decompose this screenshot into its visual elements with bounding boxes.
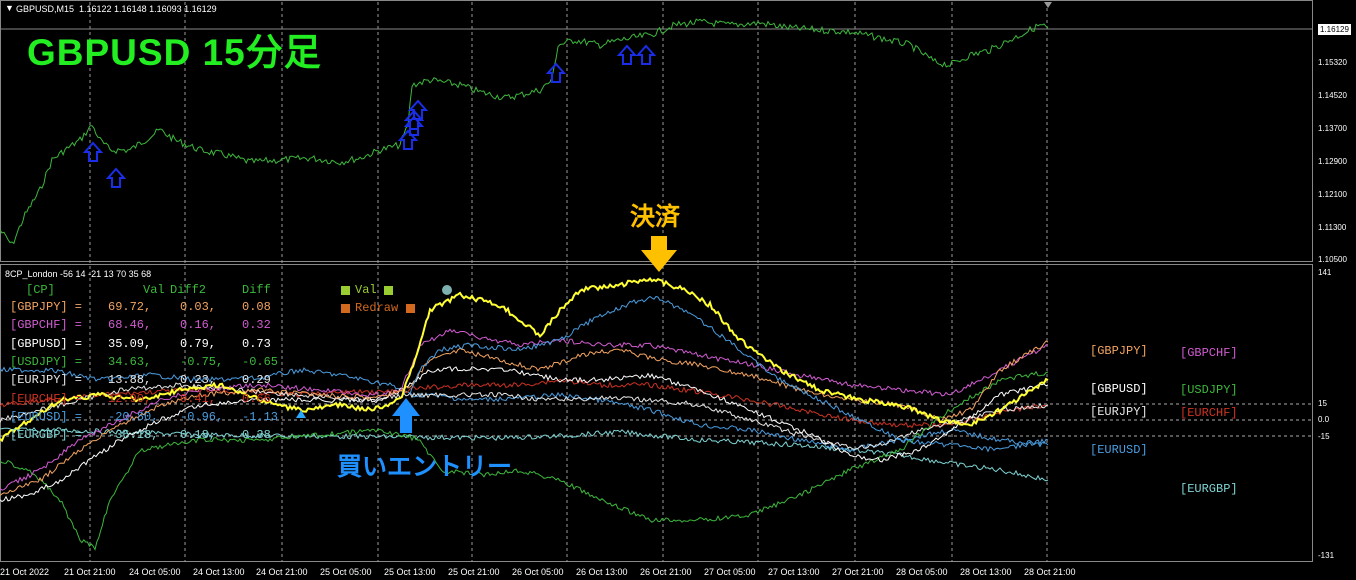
time-tick: 25 Oct 13:00 <box>384 567 436 577</box>
current-price-label: 1.16129 <box>1318 24 1351 35</box>
table-cell-diff: 0.08 <box>242 300 271 314</box>
table-cell-pair: [GBPCHF] = <box>10 318 83 333</box>
time-tick: 27 Oct 21:00 <box>832 567 884 577</box>
table-header-diff2: Diff2 <box>170 283 207 297</box>
pair-tag-eurgbp: [EURGBP] <box>1180 482 1238 496</box>
time-tick: 21 Oct 2022 <box>0 567 50 577</box>
table-cell-pair: [GBPUSD] = <box>10 336 83 351</box>
time-tick: 28 Oct 05:00 <box>896 567 948 577</box>
table-cell-diff2: -0.96, <box>180 409 224 424</box>
table-cell-diff: 0.32 <box>242 318 271 333</box>
table-cell-diff: -1.13 <box>242 409 279 424</box>
symbol-info: GBPUSD,M15 1.16122 1.16148 1.16093 1.161… <box>16 4 217 14</box>
table-cell-pair: [EURGBP] = <box>10 428 83 443</box>
table-cell-val: 34.63, <box>108 354 152 369</box>
time-tick: 26 Oct 21:00 <box>640 567 692 577</box>
price-tick: 1.15320 <box>1318 58 1347 67</box>
pair-tag-gbpjpy: [GBPJPY] <box>1090 344 1148 358</box>
buy-arrow-icon <box>616 44 638 65</box>
chart-annotation-title: GBPUSD 15分足 <box>27 32 322 73</box>
table-cell-diff: -0.65 <box>242 354 279 369</box>
table-cell-val: -36.18, <box>108 428 159 443</box>
time-tick: 24 Oct 13:00 <box>193 567 245 577</box>
price-tick: 1.14520 <box>1318 91 1347 100</box>
table-cell-diff: 0.66 <box>242 391 271 406</box>
chart-menu-icon[interactable]: ▼ <box>5 3 14 13</box>
table-header-val: Val <box>143 283 165 297</box>
exit-label: 決済 <box>630 203 681 231</box>
table-cell-diff: 0.73 <box>242 336 271 351</box>
buy-arrow-icon <box>635 44 657 65</box>
signal-dot-icon <box>442 285 452 295</box>
shift-marker-icon <box>1044 2 1052 8</box>
time-tick: 26 Oct 05:00 <box>512 567 564 577</box>
table-cell-val: -20.80, <box>108 409 159 424</box>
table-cell-diff2: -0.75, <box>180 354 224 369</box>
table-header-diff: Diff <box>242 283 271 297</box>
price-tick: 1.13700 <box>1318 124 1347 133</box>
buy-arrow-icon <box>545 62 567 83</box>
pair-tag-gbpusd: [GBPUSD] <box>1090 382 1148 396</box>
table-cell-diff2: 0.41, <box>180 391 217 406</box>
val-swatch-end <box>384 286 393 295</box>
table-cell-diff2: 0.23, <box>180 373 217 388</box>
buy-arrow-icon <box>82 141 104 162</box>
redraw-swatch-end <box>406 304 415 313</box>
pair-tag-eurusd: [EURUSD] <box>1090 443 1148 457</box>
table-cell-diff2: 0.18, <box>180 428 217 443</box>
table-cell-val: 35.09, <box>108 336 152 351</box>
time-tick: 27 Oct 05:00 <box>704 567 756 577</box>
entry-label: 買いエントリー <box>337 453 513 481</box>
table-cell-pair: [GBPJPY] = <box>10 300 83 314</box>
time-tick: 28 Oct 13:00 <box>960 567 1012 577</box>
table-cell-diff2: 0.03, <box>180 300 217 314</box>
table-cell-diff2: 0.16, <box>180 318 217 333</box>
time-tick: 24 Oct 05:00 <box>129 567 181 577</box>
val-swatch <box>341 286 350 295</box>
time-tick: 21 Oct 21:00 <box>64 567 116 577</box>
price-tick: 1.11300 <box>1318 223 1347 232</box>
table-cell-pair: [EURUSD] = <box>10 409 83 424</box>
table-cell-diff: 0.29 <box>242 373 271 388</box>
legend-val-label: Val <box>355 283 377 297</box>
price-tick: 1.12900 <box>1318 157 1347 166</box>
price-tick: 1.10500 <box>1318 255 1347 264</box>
pair-tag-eurjpy: [EURJPY] <box>1090 405 1148 419</box>
time-tick: 26 Oct 13:00 <box>576 567 628 577</box>
buy-arrow-icon <box>397 129 419 150</box>
indicator-tick: 15 <box>1318 399 1327 408</box>
pair-tag-usdjpy: [USDJPY] <box>1180 383 1238 397</box>
redraw-swatch <box>341 304 350 313</box>
table-cell-val: 13.88, <box>108 373 152 388</box>
table-cell-pair: [EURCHF] = <box>10 391 83 406</box>
table-cell-diff: 0.38 <box>242 428 271 443</box>
indicator-tick: -131 <box>1318 551 1335 560</box>
table-cell-val: 12.90, <box>108 391 152 406</box>
pair-tag-eurchf: [EURCHF] <box>1180 406 1238 420</box>
table-cell-pair: [USDJPY] = <box>10 354 83 369</box>
indicator-info: 8CP_London -56 14 -21 13 70 35 68 <box>5 269 152 279</box>
table-cell-val: 68.46, <box>108 318 152 333</box>
exit-arrow-icon <box>641 236 677 272</box>
indicator-tick: 141 <box>1318 268 1332 277</box>
time-tick: 25 Oct 05:00 <box>320 567 372 577</box>
time-tick: 27 Oct 13:00 <box>768 567 820 577</box>
indicator-tick: -15 <box>1318 432 1330 441</box>
entry-arrow-icon <box>392 398 420 433</box>
table-cell-pair: [EURJPY] = <box>10 373 83 388</box>
legend-redraw-label: Redraw <box>355 301 399 315</box>
table-header-cp: [CP] <box>26 283 55 297</box>
pair-tag-gbpchf: [GBPCHF] <box>1180 346 1238 360</box>
time-tick: 28 Oct 21:00 <box>1024 567 1076 577</box>
buy-arrow-icon <box>105 167 127 188</box>
price-tick: 1.12100 <box>1318 190 1347 199</box>
time-tick: 25 Oct 21:00 <box>448 567 500 577</box>
table-cell-diff2: 0.79, <box>180 336 217 351</box>
table-cell-val: 69.72, <box>108 300 152 314</box>
indicator-tick: 0.0 <box>1318 415 1330 424</box>
time-tick: 24 Oct 21:00 <box>256 567 308 577</box>
